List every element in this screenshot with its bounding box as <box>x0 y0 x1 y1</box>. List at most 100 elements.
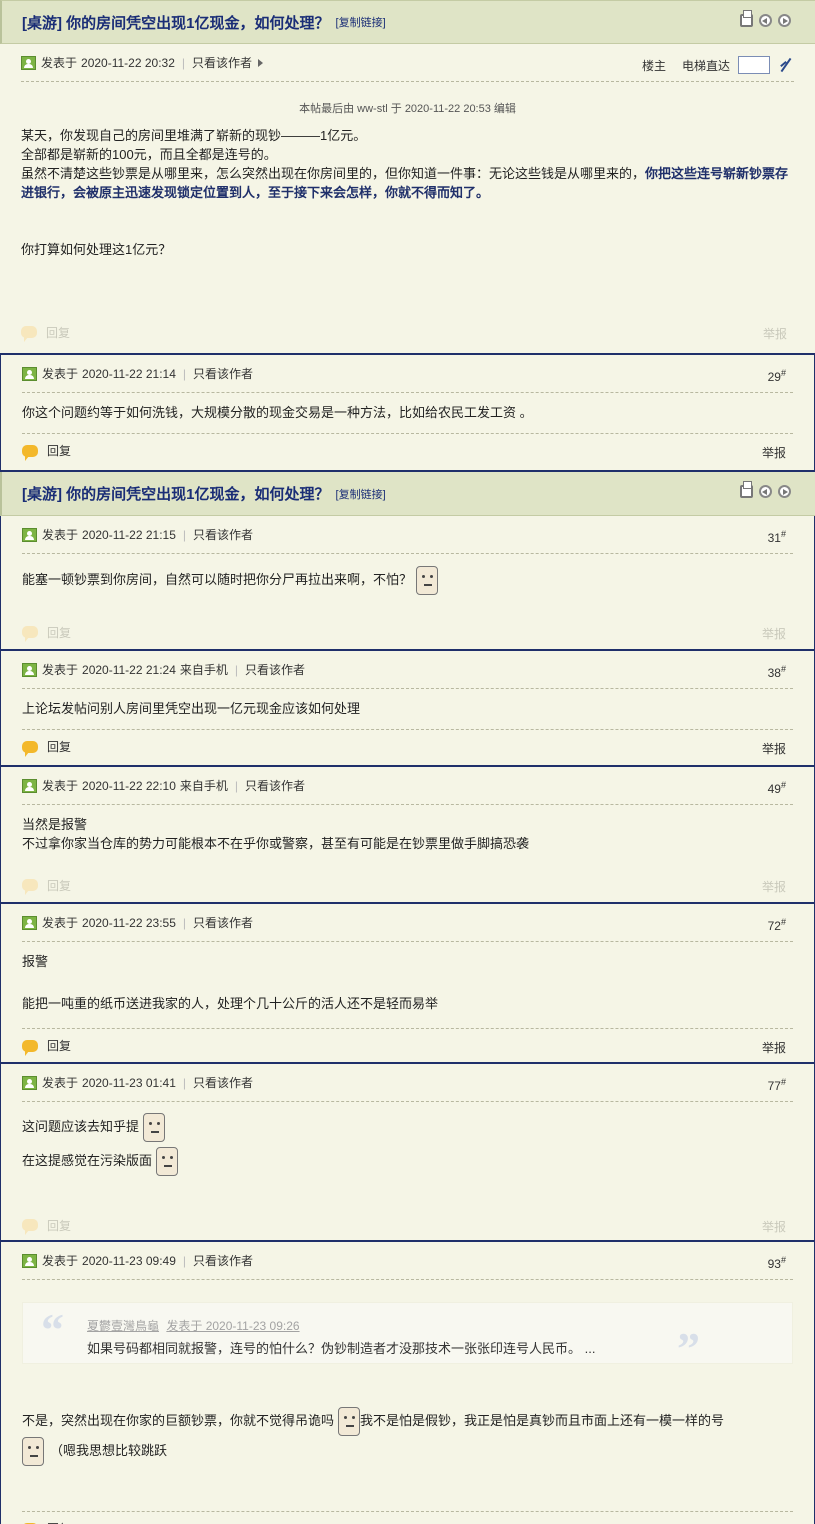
only-author-link[interactable]: 只看该作者 <box>245 661 305 678</box>
reply-button[interactable]: 回复 <box>47 1037 71 1054</box>
meta-separator: | <box>182 527 186 542</box>
report-button[interactable]: 举报 <box>762 740 786 757</box>
post-time: 2020-11-22 21:14 <box>82 366 176 381</box>
only-author-link[interactable]: 只看该作者 <box>193 365 253 382</box>
prev-thread-icon[interactable] <box>759 14 772 27</box>
report-button[interactable]: 举报 <box>762 625 786 642</box>
first-post-tools: 楼主 电梯直达 <box>642 56 794 74</box>
content-line: 当然是报警 <box>22 817 88 832</box>
reply-post: 发表于 2020-11-23 01:41 | 只看该作者 77# 这问题应该去知… <box>0 1064 815 1242</box>
post-content: 不是，突然出现在你家的巨额钞票，你就不觉得吊诡吗 我不是怕是假钞，我正是怕是真钞而… <box>22 1364 793 1511</box>
reply-post: 发表于 2020-11-23 09:49 | 只看该作者 93# “ 夏鬱壹灣鳥… <box>0 1242 815 1524</box>
reply-button[interactable]: 回复 <box>46 324 70 341</box>
elevator-input[interactable] <box>738 56 770 74</box>
post-footer: 回复 举报 <box>22 729 793 763</box>
user-icon[interactable] <box>22 778 37 793</box>
report-button[interactable]: 举报 <box>762 1039 786 1056</box>
content-line: 虽然不清楚这些钞票是从哪里来，怎么突然出现在你房间里的，但你知道一件事：无论这些… <box>21 166 789 200</box>
elevator-label: 电梯直达 <box>681 58 730 73</box>
reply-button[interactable]: 回复 <box>47 738 71 755</box>
reply-icon[interactable] <box>22 444 38 461</box>
thread-tools <box>740 10 791 27</box>
floor-number[interactable]: 49# <box>768 780 786 796</box>
content-line: 在这提感觉在污染版面 <box>22 1144 793 1178</box>
reply-button[interactable]: 回复 <box>47 1217 71 1234</box>
thread-page: [桌游] 你的房间凭空出现1亿现金，如何处理？ [复制链接] 发表于 2020-… <box>0 0 815 1524</box>
reply-button[interactable]: 回复 <box>47 442 71 459</box>
posted-label: 发表于 <box>42 528 79 542</box>
post-time: 2020-11-22 21:24 <box>82 662 176 677</box>
reply-icon[interactable] <box>22 740 38 757</box>
content-line: 能塞一顿钞票到你房间，自然可以随时把你分尸再拉出来啊，不怕？ <box>22 566 793 595</box>
post-meta: 发表于 2020-11-23 09:49 | 只看该作者 93# <box>22 1242 793 1280</box>
reply-icon[interactable] <box>22 1219 38 1235</box>
user-icon[interactable] <box>22 915 37 930</box>
report-button[interactable]: 举报 <box>762 444 786 461</box>
floor-number[interactable]: 38# <box>768 664 786 680</box>
open-quote-icon: “ <box>41 1304 64 1355</box>
only-author-link[interactable]: 只看该作者 <box>193 526 253 543</box>
post-time: 2020-11-22 23:55 <box>82 915 176 930</box>
next-thread-icon[interactable] <box>778 14 791 27</box>
post-footer: 回复 举报 <box>22 433 793 467</box>
owner-label: 楼主 <box>641 58 666 73</box>
post-footer: 回复 举报 <box>22 1028 793 1062</box>
floor-number[interactable]: 31# <box>768 529 786 545</box>
floor-number[interactable]: 72# <box>768 917 786 933</box>
meta-separator: | <box>182 915 186 930</box>
thread-tools <box>740 481 791 498</box>
user-icon[interactable] <box>22 662 37 677</box>
meta-separator: | <box>182 1253 186 1268</box>
reply-post: 发表于 2020-11-22 21:15 | 只看该作者 31# 能塞一顿钞票到… <box>0 516 815 651</box>
floor-number[interactable]: 93# <box>768 1255 786 1271</box>
posted-label: 发表于 <box>42 1076 79 1090</box>
meta-separator: | <box>234 778 239 793</box>
reply-icon[interactable] <box>21 326 37 342</box>
copy-link[interactable]: [复制链接] <box>336 14 386 30</box>
user-icon[interactable] <box>22 366 37 381</box>
reply-icon[interactable] <box>22 626 38 642</box>
user-icon[interactable] <box>22 1253 37 1268</box>
floor-number[interactable]: 77# <box>768 1077 786 1093</box>
meta-separator: | <box>182 366 186 381</box>
meta-separator: | <box>234 662 239 677</box>
reply-icon[interactable] <box>22 879 38 895</box>
prev-thread-icon[interactable] <box>759 485 772 498</box>
meta-separator: | <box>182 1075 186 1090</box>
quote-posted[interactable]: 发表于 2020-11-23 09:26 <box>166 1319 299 1333</box>
content-line: 不过拿你家当仓库的势力可能根本不在乎你或警察，甚至有可能是在钞票里做手脚搞恐袭 <box>22 836 530 851</box>
reply-button[interactable]: 回复 <box>47 624 71 641</box>
quote-block: “ 夏鬱壹灣鳥龜 发表于 2020-11-23 09:26 如果号码都相同就报警… <box>22 1302 793 1372</box>
user-icon[interactable] <box>21 55 36 70</box>
post-content: 你这个问题约等于如何洗钱，大规模分散的现金交易是一种方法，比如给农民工发工资 。 <box>22 393 793 433</box>
floor-number[interactable]: 29# <box>768 368 786 384</box>
report-button[interactable]: 举报 <box>763 325 787 342</box>
content-line: 你这个问题约等于如何洗钱，大规模分散的现金交易是一种方法，比如给农民工发工资 。 <box>22 405 533 420</box>
only-author-link[interactable]: 只看该作者 <box>193 1252 253 1269</box>
only-author-link[interactable]: 只看该作者 <box>245 777 305 794</box>
quote-author[interactable]: 夏鬱壹灣鳥龜 <box>87 1319 159 1333</box>
only-author-link[interactable]: 只看该作者 <box>193 1074 253 1091</box>
go-icon[interactable] <box>778 57 794 73</box>
post-content: 报警 能把一吨重的纸币送进我家的人，处理个几十公斤的活人还不是轻而易举 <box>22 942 793 1028</box>
emoji-face-icon <box>416 566 439 595</box>
print-icon[interactable] <box>740 10 753 27</box>
post-meta: 发表于 2020-11-22 23:55 | 只看该作者 72# <box>22 904 793 942</box>
reply-button[interactable]: 回复 <box>47 1520 71 1524</box>
reply-button[interactable]: 回复 <box>47 877 71 894</box>
post-footer: 回复 举报 <box>22 1511 793 1524</box>
report-button[interactable]: 举报 <box>762 1218 786 1235</box>
mobile-source: 来自手机 <box>179 779 228 793</box>
print-icon[interactable] <box>740 481 753 498</box>
caret-right-icon[interactable] <box>258 58 264 67</box>
post-content: 这问题应该去知乎提 在这提感觉在污染版面 <box>22 1102 793 1208</box>
post-meta: 发表于 2020-11-22 21:15 | 只看该作者 31# <box>22 516 793 554</box>
reply-icon[interactable] <box>22 1039 38 1056</box>
report-button[interactable]: 举报 <box>762 878 786 895</box>
only-author-link[interactable]: 只看该作者 <box>193 914 253 931</box>
user-icon[interactable] <box>22 527 37 542</box>
only-author-link[interactable]: 只看该作者 <box>192 54 252 71</box>
next-thread-icon[interactable] <box>778 485 791 498</box>
copy-link[interactable]: [复制链接] <box>336 486 386 502</box>
user-icon[interactable] <box>22 1075 37 1090</box>
